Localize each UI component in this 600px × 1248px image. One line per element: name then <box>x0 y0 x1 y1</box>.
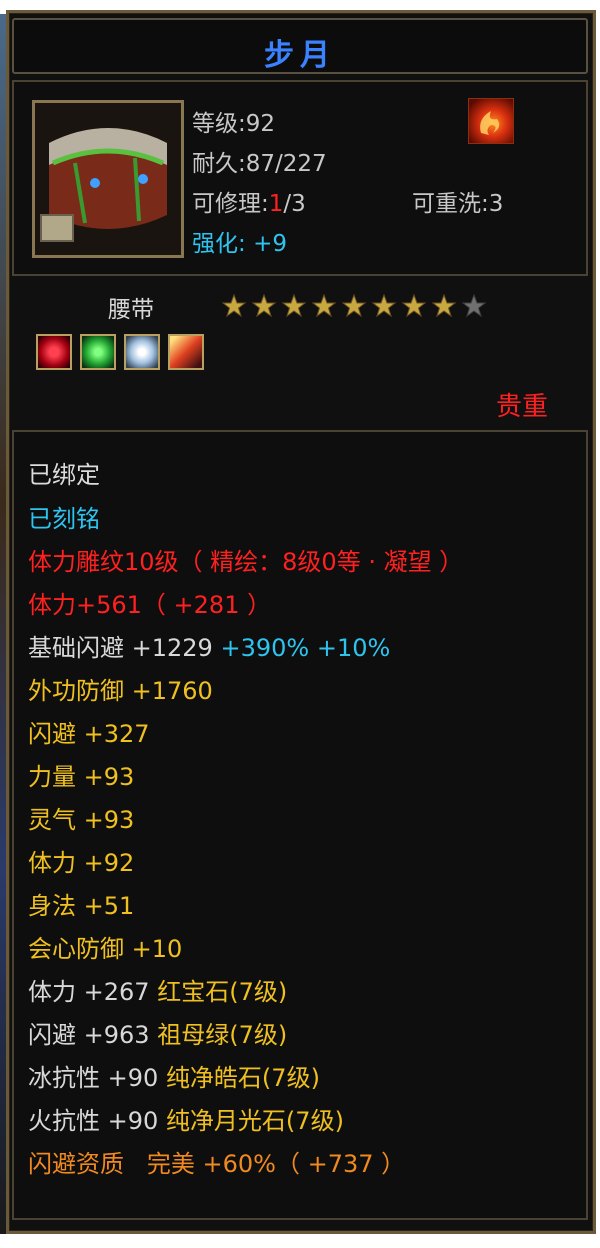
gem-row: 火抗性 +90 纯净月光石(7级) <box>28 1104 344 1138</box>
attr-value: +92 <box>83 849 135 877</box>
quality-value: +60%（ +737 ） <box>202 1150 406 1178</box>
attr-label: 闪避 <box>28 720 76 748</box>
attr-value: +1760 <box>131 677 213 705</box>
item-type-panel: 腰带 贵重 <box>12 282 588 424</box>
gem-attr-value: +90 <box>107 1064 159 1092</box>
gem-attr-label: 闪避 <box>28 1021 76 1049</box>
star-empty-icon <box>462 294 486 318</box>
star-rating <box>222 294 486 318</box>
white-gem-icon[interactable] <box>124 334 160 370</box>
gem-name: 祖母绿(7级) <box>157 1021 288 1049</box>
item-info-panel: 等级:92 耐久:87/227 可修理:1/3 可重洗:3 强化: +9 <box>12 80 588 276</box>
quality-grade: 完美 <box>146 1150 195 1178</box>
attr-row: 闪避 +327 <box>28 717 150 751</box>
stamina-main-line: 体力+561（ +281 ） <box>28 591 272 619</box>
gem-attr-value: +90 <box>107 1107 159 1135</box>
attr-row: 身法 +51 <box>28 889 134 923</box>
rarity-label: 贵重 <box>496 392 549 422</box>
gem-attr-label: 火抗性 <box>28 1107 100 1135</box>
durability-label: 耐久 <box>192 151 238 177</box>
repair-stat: 可修理:1/3 <box>192 191 306 217</box>
level-stat: 等级:92 <box>192 111 276 137</box>
attr-value: +93 <box>83 806 135 834</box>
belt-icon <box>35 103 181 255</box>
gem-row: 闪避 +963 祖母绿(7级) <box>28 1018 287 1052</box>
green-gem-icon[interactable] <box>80 334 116 370</box>
attr-row: 力量 +93 <box>28 760 134 794</box>
level-label: 等级 <box>192 111 238 137</box>
item-type: 腰带 <box>108 297 154 323</box>
attr-label: 力量 <box>28 763 76 791</box>
moon-gem-icon[interactable] <box>168 334 204 370</box>
repair-current: 1 <box>268 191 284 217</box>
star-filled-icon <box>222 294 246 318</box>
star-filled-icon <box>252 294 276 318</box>
star-filled-icon <box>312 294 336 318</box>
star-filled-icon <box>402 294 426 318</box>
gem-sockets <box>36 334 204 370</box>
red-gem-icon[interactable] <box>36 334 72 370</box>
item-name: 步月 <box>264 38 336 73</box>
gem-row: 体力 +267 红宝石(7级) <box>28 975 287 1009</box>
rewash-label: 可重洗 <box>412 191 481 217</box>
attr-row: 体力 +92 <box>28 846 134 880</box>
base-dodge-value: +1229 <box>131 634 213 662</box>
attr-row: 会心防御 +10 <box>28 932 182 966</box>
engraved-status: 已刻铭 <box>28 505 100 533</box>
enhance-label: 强化 <box>192 231 238 257</box>
attr-value: +51 <box>83 892 135 920</box>
attr-label: 身法 <box>28 892 76 920</box>
rewash-value: 3 <box>488 191 504 217</box>
quality-line: 闪避资质 完美 +60%（ +737 ） <box>28 1147 405 1181</box>
star-filled-icon <box>372 294 396 318</box>
gem-name: 红宝石(7级) <box>157 978 288 1006</box>
bound-status: 已绑定 <box>28 461 100 489</box>
enhance-value: +9 <box>253 231 287 257</box>
attr-label: 灵气 <box>28 806 76 834</box>
quality-label: 闪避资质 <box>28 1150 124 1178</box>
attr-value: +327 <box>83 720 150 748</box>
enhance-stat: 强化: +9 <box>192 231 287 257</box>
star-filled-icon <box>282 294 306 318</box>
attr-label: 会心防御 <box>28 935 124 963</box>
gem-attr-value: +267 <box>83 978 150 1006</box>
durability-value: 87/227 <box>245 151 327 177</box>
base-dodge-bonus-1: +390% <box>220 634 310 662</box>
attr-value: +10 <box>131 935 183 963</box>
level-value: 92 <box>245 111 276 137</box>
gem-name: 纯净皓石(7级) <box>165 1064 320 1092</box>
gem-attr-label: 冰抗性 <box>28 1064 100 1092</box>
attr-label: 体力 <box>28 849 76 877</box>
title-bar: 步月 <box>12 18 588 74</box>
attributes-panel: 已绑定 已刻铭 体力雕纹10级（ 精绘：8级0等 · 凝望 ） 体力+561（ … <box>12 430 588 1220</box>
attr-row: 外功防御 +1760 <box>28 674 213 708</box>
attr-row: 灵气 +93 <box>28 803 134 837</box>
gem-attr-label: 体力 <box>28 978 76 1006</box>
repair-label: 可修理 <box>192 191 261 217</box>
star-filled-icon <box>432 294 456 318</box>
attr-label: 外功防御 <box>28 677 124 705</box>
rewash-stat: 可重洗:3 <box>412 191 504 217</box>
base-dodge-bonus-2: +10% <box>316 634 391 662</box>
belt-item-icon <box>32 100 184 258</box>
durability-stat: 耐久:87/227 <box>192 151 327 177</box>
fire-element-icon <box>468 98 514 144</box>
repair-max: /3 <box>283 191 306 217</box>
gem-attr-value: +963 <box>83 1021 150 1049</box>
attr-value: +93 <box>83 763 135 791</box>
gem-row: 冰抗性 +90 纯净皓石(7级) <box>28 1061 320 1095</box>
gem-name: 纯净月光石(7级) <box>165 1107 344 1135</box>
star-filled-icon <box>342 294 366 318</box>
base-dodge-line: 基础闪避 +1229 +390% +10% <box>28 631 390 665</box>
base-dodge-label: 基础闪避 <box>28 634 124 662</box>
carving-line: 体力雕纹10级（ 精绘：8级0等 · 凝望 ） <box>28 548 464 576</box>
